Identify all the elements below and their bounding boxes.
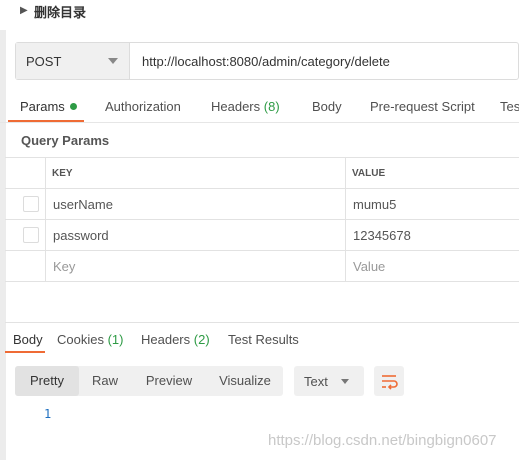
tab-pre-request-script-label: Pre-request Script — [370, 99, 475, 114]
response-tab-headers-label: Headers — [141, 332, 191, 347]
key-input[interactable]: Key — [46, 251, 346, 281]
value-header-label: VALUE — [352, 168, 386, 179]
param-value: 12345678 — [353, 228, 411, 243]
view-mode-preview[interactable]: Preview — [131, 366, 207, 396]
table-row: userName mumu5 — [5, 189, 519, 220]
tab-body-label: Body — [312, 99, 342, 114]
format-label: Text — [304, 374, 328, 389]
tab-tests[interactable]: Tes — [500, 99, 519, 114]
new-param-row: Key Value — [5, 251, 519, 282]
response-tab-body-label: Body — [13, 332, 43, 347]
params-active-dot-icon — [69, 103, 77, 110]
query-params-title: Query Params — [21, 133, 110, 148]
key-placeholder: Key — [53, 259, 76, 274]
watermark: https://blog.csdn.net/bingbign0607 — [268, 432, 497, 449]
params-table: KEY VALUE userName mumu5 password 123456… — [5, 157, 519, 282]
response-tab-cookies[interactable]: Cookies (1) — [57, 332, 123, 347]
tab-tests-label: Tes — [500, 99, 519, 114]
response-tabs: Body Cookies (1) Headers (2) Test Result… — [0, 323, 519, 353]
row-checkbox-cell — [5, 251, 46, 281]
tab-headers-count: (8) — [263, 99, 280, 114]
response-line-number: 1 — [44, 407, 52, 421]
view-mode-segmented-control: Pretty Raw Preview Visualize — [15, 366, 283, 396]
wrap-lines-icon — [382, 375, 398, 390]
section-title: 删除目录 — [34, 5, 87, 20]
key-column-header: KEY — [46, 158, 346, 188]
value-placeholder: Value — [353, 259, 386, 274]
response-tab-body[interactable]: Body — [13, 332, 43, 347]
wrap-lines-button[interactable] — [374, 366, 404, 396]
key-cell[interactable]: userName — [46, 189, 346, 219]
method-label: POST — [26, 54, 62, 69]
param-key: userName — [53, 197, 113, 212]
url-input[interactable]: http://localhost:8080/admin/category/del… — [142, 54, 390, 69]
tab-headers[interactable]: Headers (8) — [211, 99, 280, 114]
tab-pre-request-script[interactable]: Pre-request Script — [370, 99, 475, 114]
row-checkbox[interactable] — [23, 227, 39, 243]
response-tab-cookies-label: Cookies — [57, 332, 104, 347]
value-cell[interactable]: 12345678 — [346, 220, 519, 250]
header-checkbox-cell — [5, 158, 46, 188]
view-mode-raw[interactable]: Raw — [79, 366, 131, 396]
param-value: mumu5 — [353, 197, 397, 212]
value-column-header: VALUE — [346, 158, 519, 188]
chevron-down-icon — [341, 379, 349, 384]
format-select[interactable]: Text — [294, 366, 364, 396]
response-tab-test-results[interactable]: Test Results — [228, 332, 299, 347]
table-row: password 12345678 — [5, 220, 519, 251]
response-tab-cookies-count: (1) — [107, 332, 124, 347]
tab-params[interactable]: Params — [20, 99, 77, 114]
view-mode-visualize[interactable]: Visualize — [207, 366, 283, 396]
chevron-down-icon — [108, 58, 118, 64]
key-header-label: KEY — [52, 168, 73, 179]
row-checkbox-cell — [5, 220, 46, 250]
response-tab-test-results-label: Test Results — [228, 332, 299, 347]
value-input[interactable]: Value — [346, 251, 519, 281]
method-select[interactable]: POST — [16, 43, 130, 79]
tabs-divider — [0, 122, 519, 123]
param-key: password — [53, 228, 109, 243]
params-header-row: KEY VALUE — [5, 158, 519, 189]
tab-authorization[interactable]: Authorization — [105, 99, 181, 114]
response-tab-headers-count: (2) — [193, 332, 210, 347]
tab-body[interactable]: Body — [312, 99, 342, 114]
tab-params-label: Params — [20, 99, 65, 114]
tab-authorization-label: Authorization — [105, 99, 181, 114]
response-tab-headers[interactable]: Headers (2) — [141, 332, 210, 347]
view-mode-pretty[interactable]: Pretty — [15, 366, 79, 396]
tab-headers-label: Headers — [211, 99, 261, 114]
row-checkbox[interactable] — [23, 196, 39, 212]
active-response-tab-indicator — [5, 351, 45, 353]
row-checkbox-cell — [5, 189, 46, 219]
value-cell[interactable]: mumu5 — [346, 189, 519, 219]
section-header[interactable]: ▶ 删除目录 — [0, 0, 519, 24]
caret-right-icon[interactable]: ▶ — [20, 5, 28, 16]
key-cell[interactable]: password — [46, 220, 346, 250]
request-tabs: Params Authorization Headers (8) Body Pr… — [0, 92, 519, 122]
request-bar: POST http://localhost:8080/admin/categor… — [15, 42, 519, 80]
